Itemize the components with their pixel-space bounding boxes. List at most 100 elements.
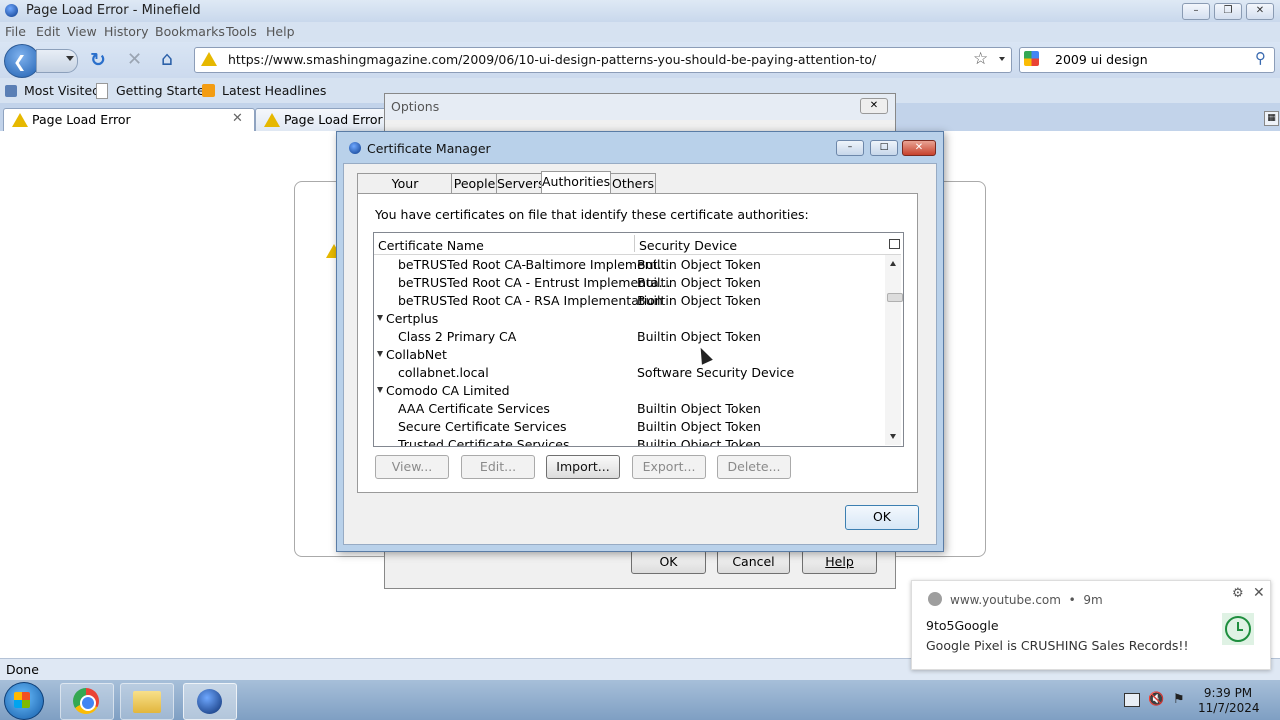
bookmark-most-visited[interactable]: Most Visited [24,83,100,98]
taskbar-clock[interactable]: 9:39 PM 11/7/2024 [1198,686,1260,716]
options-ok-button[interactable]: OK [631,550,706,574]
menu-history[interactable]: History [104,24,148,39]
menu-view[interactable]: View [67,24,97,39]
tab-your-certificates[interactable]: Your Certificates [357,173,453,210]
bookmark-latest-headlines[interactable]: Latest Headlines [222,83,326,98]
tab-people[interactable]: People [451,173,498,193]
security-device: Builtin Object Token [637,257,761,272]
scroll-thumb[interactable] [887,293,903,302]
menu-tools[interactable]: Tools [226,24,257,39]
tree-certificate-row[interactable]: AAA Certificate Services Builtin Object T… [374,399,886,417]
url-dropdown-icon[interactable] [999,57,1005,61]
certificate-tree[interactable]: beTRUSTed Root CA-Baltimore Implement...… [373,232,904,447]
tree-certificate-row[interactable]: Secure Certificate Services Builtin Objec… [374,417,886,435]
tray-network-icon[interactable] [1124,693,1140,707]
tree-certificate-row[interactable]: beTRUSTed Root CA-Baltimore Implement...… [374,255,886,273]
clock-time: 9:39 PM [1203,686,1253,700]
tab-page-load-error-1[interactable]: Page Load Error ✕ [3,108,255,131]
tree-certificate-row[interactable]: beTRUSTed Root CA - RSA Implementation Bu… [374,291,886,309]
tree-group-row[interactable]: Certplus [374,309,886,327]
tab-close-icon[interactable]: ✕ [232,111,243,126]
tree-certificate-row[interactable]: Class 2 Primary CA Builtin Object Token [374,327,886,345]
tab-warning-icon [12,113,28,127]
notification-popup[interactable]: www.youtube.com • 9m ⚙ ✕ 9to5Google Goog… [911,580,1271,670]
certificate-name: Comodo CA Limited [386,383,510,398]
view-button[interactable]: View... [375,455,449,479]
options-help-button[interactable]: Help [802,550,877,574]
notification-settings-icon[interactable]: ⚙ [1232,586,1244,601]
close-window-button[interactable]: ✕ [1246,3,1274,20]
column-certificate-name[interactable]: Certificate Name [378,238,484,253]
edit-button[interactable]: Edit... [461,455,535,479]
tab-others[interactable]: Others [610,173,656,193]
expand-twisty-icon[interactable] [377,387,383,393]
list-all-tabs-icon[interactable]: ▦ [1264,111,1279,126]
tray-flag-icon[interactable]: ⚑ [1173,692,1185,707]
status-text: Done [6,662,39,677]
options-title-bar [385,94,895,120]
column-security-device[interactable]: Security Device [639,238,737,253]
certificate-name: beTRUSTed Root CA - RSA Implementation [398,293,663,308]
tab-authorities[interactable]: Authorities [541,171,611,194]
tree-group-row[interactable]: Comodo CA Limited [374,381,886,399]
certificate-name: collabnet.local [398,365,489,380]
expand-twisty-icon[interactable] [377,315,383,321]
security-device: Builtin Object Token [637,275,761,290]
bookmark-getting-started[interactable]: Getting Started [116,83,213,98]
notification-close-icon[interactable]: ✕ [1253,585,1265,601]
certificate-name: Secure Certificate Services [398,419,567,434]
taskbar-file-explorer[interactable] [120,683,174,720]
site-warning-icon[interactable] [201,52,217,66]
tree-certificate-row[interactable]: beTRUSTed Root CA - Entrust Implementa..… [374,273,886,291]
tree-certificate-row[interactable]: collabnet.local Software Security Device [374,363,886,381]
scroll-down-icon[interactable] [890,434,896,439]
google-search-engine-icon[interactable] [1024,51,1039,66]
menu-bookmarks[interactable]: Bookmarks [155,24,225,39]
minimize-button[interactable]: – [1182,3,1210,20]
url-text[interactable]: https://www.smashingmagazine.com/2009/06… [228,52,876,67]
expand-twisty-icon[interactable] [377,351,383,357]
app-globe-icon [349,142,361,154]
tree-certificate-row[interactable]: Trusted Certificate Services Builtin Obje… [374,435,886,446]
tab-servers[interactable]: Servers [496,173,545,193]
tray-volume-muted-icon[interactable]: 🔇 [1148,692,1164,707]
back-arrow-icon: ❮ [13,52,27,71]
security-device: Builtin Object Token [637,401,761,416]
certificate-name: CollabNet [386,347,447,362]
taskbar-chrome[interactable] [60,683,114,720]
tree-header: Certificate Name Security Device [374,233,901,255]
tab-label: Page Load Error [284,112,383,127]
bookmark-star-icon[interactable]: ☆ [973,49,988,69]
tree-group-row[interactable]: CollabNet [374,345,886,363]
import-button[interactable]: Import... [546,455,620,479]
history-dropdown-icon[interactable] [66,56,74,61]
menu-help[interactable]: Help [266,24,295,39]
forward-button[interactable] [36,49,78,73]
clock-icon [1222,613,1254,645]
windows-logo-icon [14,692,30,708]
home-icon[interactable]: ⌂ [161,48,173,70]
page-icon [96,83,108,99]
search-magnifier-icon[interactable]: ⚲ [1255,49,1266,67]
tab-page-load-error-2[interactable]: Page Load Error [255,108,387,131]
search-input[interactable]: 2009 ui design [1055,52,1148,67]
cert-minimize-button[interactable]: – [836,140,864,156]
rss-feed-icon [202,84,215,97]
stop-icon[interactable]: ✕ [127,49,142,70]
menu-edit[interactable]: Edit [36,24,60,39]
taskbar-minefield[interactable] [183,683,237,720]
reload-icon[interactable]: ↻ [90,49,106,71]
column-picker-icon[interactable] [889,239,900,249]
delete-button[interactable]: Delete... [717,455,791,479]
options-cancel-button[interactable]: Cancel [717,550,790,574]
browser-title-bar: Page Load Error - Minefield – ❐ ✕ [0,0,1280,22]
options-close-button[interactable]: ✕ [860,98,888,114]
cert-close-button[interactable]: ✕ [902,140,936,156]
tree-scrollbar[interactable] [885,255,903,445]
export-button[interactable]: Export... [632,455,706,479]
menu-file[interactable]: File [5,24,26,39]
cert-ok-button[interactable]: OK [845,505,919,530]
restore-button[interactable]: ❐ [1214,3,1242,20]
scroll-up-icon[interactable] [890,261,896,266]
cert-maximize-button[interactable]: □ [870,140,898,156]
